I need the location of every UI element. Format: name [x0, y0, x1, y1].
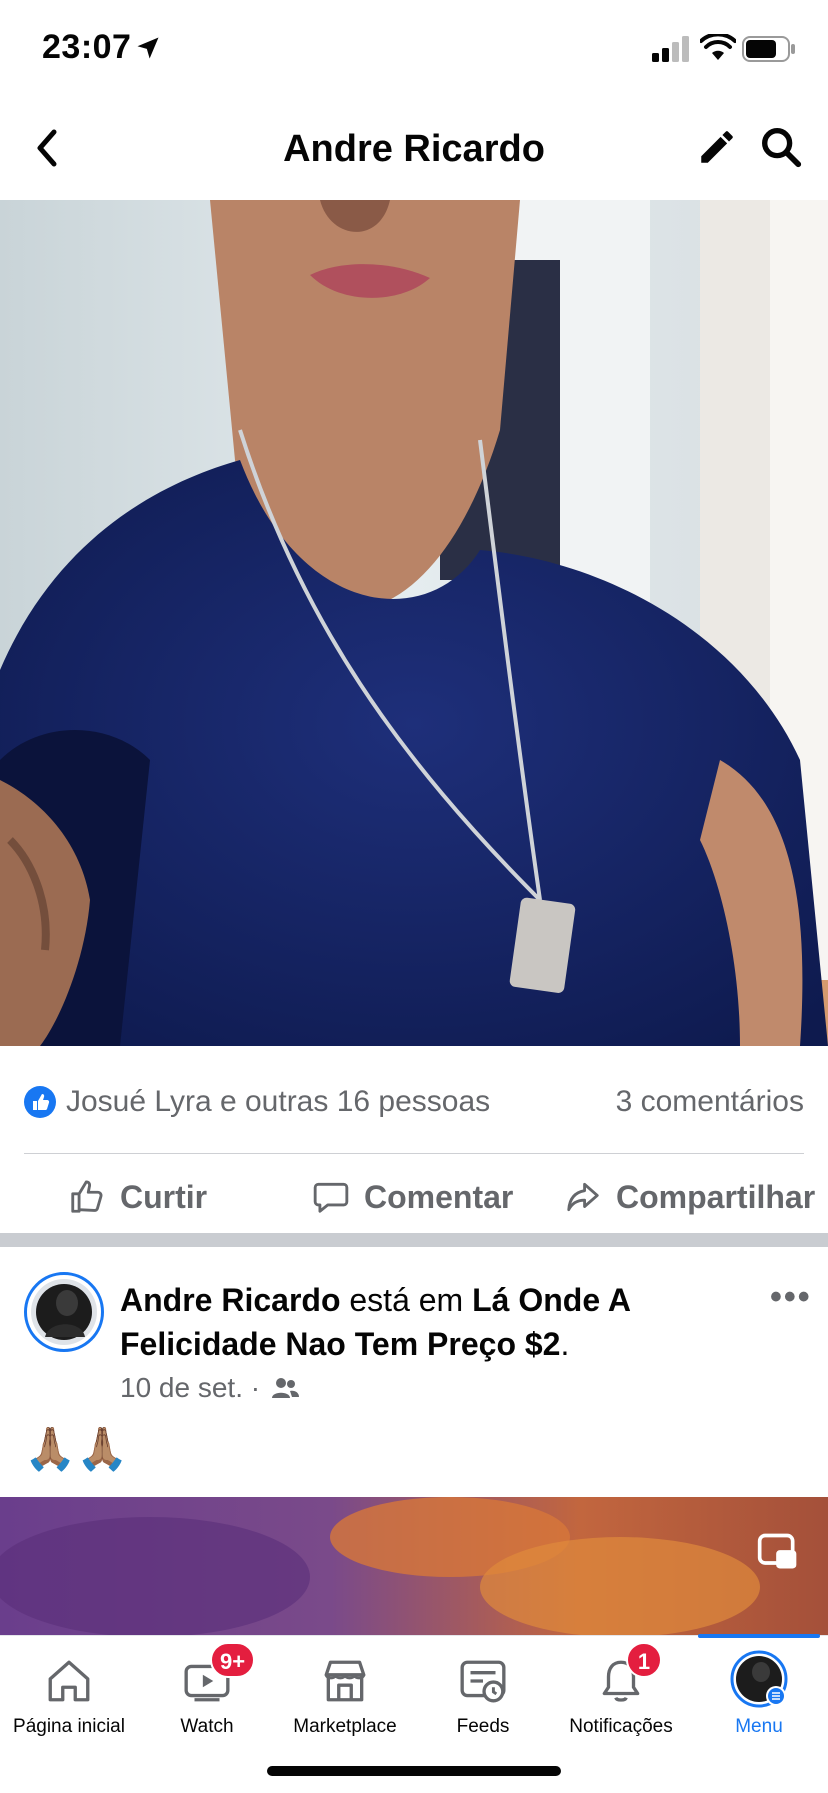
avatar-image [31, 1279, 97, 1345]
tab-label: Notificações [569, 1716, 673, 1737]
tab-label: Página inicial [13, 1716, 125, 1737]
comments-count[interactable]: 3 comentários [616, 1085, 804, 1119]
connector-text: está em [340, 1282, 473, 1318]
author-avatar[interactable] [24, 1272, 104, 1352]
post-header-text: Andre Ricardo está em Lá Onde A Felicida… [120, 1278, 720, 1366]
divider [24, 1153, 804, 1154]
post-meta: 10 de set. · [120, 1372, 300, 1404]
feeds-icon [460, 1660, 506, 1703]
tab-home[interactable]: Página inicial [0, 1636, 138, 1793]
cellular-signal-icon [652, 36, 689, 62]
status-time: 23:07 [42, 28, 132, 66]
status-bar: 23:07 [0, 0, 828, 100]
thumbs-up-icon [71, 1180, 103, 1213]
tab-menu[interactable]: Menu [690, 1634, 828, 1793]
home-indicator [267, 1766, 561, 1776]
like-button[interactable]: Curtir [68, 1172, 207, 1222]
location-arrow-icon [137, 37, 159, 59]
like-reaction-icon [24, 1086, 56, 1118]
active-tab-indicator [698, 1634, 820, 1638]
share-arrow-icon [567, 1182, 599, 1212]
share-label: Compartilhar [616, 1178, 816, 1215]
friends-audience-icon [272, 1378, 300, 1398]
author-name[interactable]: Andre Ricardo [120, 1282, 340, 1318]
search-icon[interactable] [758, 124, 804, 170]
edit-pencil-icon[interactable] [696, 126, 738, 168]
marketplace-icon [324, 1660, 366, 1702]
reactions-text: Josué Lyra e outras 16 pessoas [66, 1085, 491, 1118]
profile-header: Andre Ricardo [0, 100, 828, 201]
post-date[interactable]: 10 de set. · [120, 1372, 260, 1404]
tab-label: Marketplace [293, 1716, 397, 1737]
tab-notifications[interactable]: 1 Notificações [552, 1636, 690, 1793]
more-options-icon[interactable]: ••• [770, 1278, 812, 1317]
watch-badge: 9+ [210, 1642, 256, 1678]
share-button[interactable]: Compartilhar [564, 1172, 815, 1222]
video-thumbnail [0, 1497, 828, 1635]
home-icon [48, 1660, 90, 1702]
battery-icon [742, 36, 795, 62]
wifi-icon [700, 34, 736, 60]
post-video-preview[interactable] [0, 1497, 828, 1635]
comment-button[interactable]: Comentar [312, 1172, 513, 1222]
picture-in-picture-icon[interactable] [756, 1530, 800, 1574]
feed-separator [0, 1233, 828, 1247]
comment-label: Comentar [364, 1178, 514, 1215]
tab-label: Watch [180, 1716, 234, 1737]
tab-label: Menu [735, 1716, 783, 1737]
tab-label: Feeds [456, 1716, 510, 1737]
reactions-summary[interactable]: Josué Lyra e outras 16 pessoas [24, 1085, 490, 1119]
tab-watch[interactable]: 9+ Watch [138, 1636, 276, 1793]
notifications-badge: 1 [626, 1642, 662, 1678]
comment-bubble-icon [313, 1182, 349, 1213]
period-text: . [560, 1326, 570, 1362]
like-label: Curtir [120, 1178, 208, 1215]
profile-avatar-icon [730, 1650, 788, 1708]
selfie-photo-illustration [0, 200, 828, 1046]
post-photo[interactable] [0, 200, 828, 1046]
post-text: 🙏🏽🙏🏽 [24, 1425, 129, 1472]
